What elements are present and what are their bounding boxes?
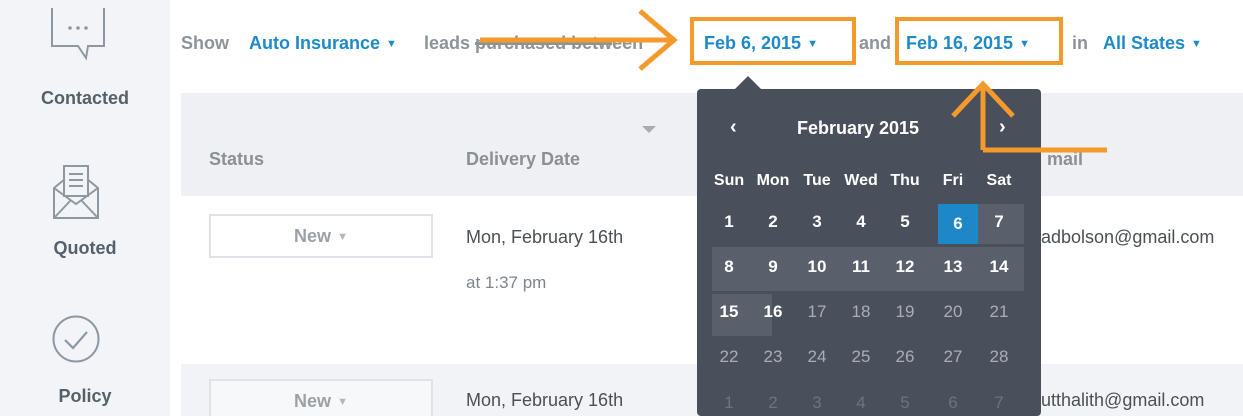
envelope-document-icon [51,162,101,222]
checkmark-circle-icon [51,314,101,364]
delivery-time: at 1:37 pm [466,273,547,292]
chevron-down-icon: ▼ [386,38,397,50]
calendar-day[interactable]: 20 [936,295,970,329]
calendar-month-label: February 2015 [797,118,920,138]
chevron-down-icon: ▼ [1191,38,1202,50]
calendar-day[interactable]: 1 [712,386,746,416]
calendar-day[interactable]: 17 [800,295,834,329]
calendar-day[interactable]: 23 [756,340,790,374]
calendar-day[interactable]: 28 [982,340,1016,374]
calendar-day[interactable]: 15 [712,295,746,329]
filter-in-label: in [1072,33,1088,53]
chat-bubble-icon [50,6,106,62]
product-dropdown-label: Auto Insurance [249,33,381,53]
calendar-pointer [734,76,762,90]
sidebar-item-policy[interactable]: Policy [0,386,170,407]
status-dropdown[interactable]: New ▼ [209,214,433,258]
sidebar-item-contacted[interactable]: Contacted [0,88,170,109]
calendar-weekday-tue: Tue [803,172,831,189]
calendar-day[interactable]: 21 [982,295,1016,329]
status-dropdown-label: New [294,391,332,411]
delivery-date: Mon, February 16th [466,390,624,410]
annotation-box-end-date [895,17,1063,65]
filter-and-label: and [859,33,892,53]
calendar-day[interactable]: 22 [712,340,746,374]
email-address: utthalith@gmail.com [1041,390,1205,410]
chevron-down-icon: ▼ [337,396,348,408]
calendar-day[interactable]: 12 [888,250,922,284]
calendar-weekday-fri: Fri [942,172,964,189]
status-dropdown[interactable]: New ▼ [209,379,433,416]
calendar-day[interactable]: 25 [844,340,878,374]
calendar-weekday-sat: Sat [986,172,1012,189]
calendar-day[interactable]: 24 [800,340,834,374]
calendar-day[interactable]: 6 [936,386,970,416]
calendar-day[interactable]: 14 [982,250,1016,284]
annotation-box-start-date [690,17,856,65]
calendar-prev-button[interactable]: ‹ [730,116,737,139]
calendar-day[interactable]: 7 [982,205,1016,239]
calendar-weekday-mon: Mon [756,172,790,189]
calendar-day[interactable]: 7 [982,386,1016,416]
calendar-day[interactable]: 16 [756,295,790,329]
calendar-day[interactable]: 5 [888,386,922,416]
calendar-day-selected[interactable]: 6 [938,204,978,244]
calendar-day[interactable]: 19 [888,295,922,329]
calendar-day[interactable]: 4 [844,205,878,239]
calendar-day[interactable]: 2 [756,386,790,416]
filter-show-label: Show [181,33,229,53]
calendar-day[interactable]: 11 [844,250,878,284]
column-header-status[interactable]: Status [209,149,264,170]
calendar-day[interactable]: 3 [800,205,834,239]
calendar-day[interactable]: 2 [756,205,790,239]
annotation-arrow-icon [951,80,1107,153]
calendar-day[interactable]: 26 [888,340,922,374]
product-dropdown[interactable]: Auto Insurance ▼ [249,32,397,55]
calendar-day[interactable]: 18 [844,295,878,329]
calendar-day[interactable]: 3 [800,386,834,416]
annotation-arrow-icon [480,9,678,71]
calendar-day[interactable]: 13 [936,250,970,284]
calendar-day[interactable]: 10 [800,250,834,284]
calendar-day[interactable]: 5 [888,205,922,239]
column-header-delivery-date[interactable]: Delivery Date [466,149,580,170]
calendar-weekday-wed: Wed [844,172,878,189]
delivery-date: Mon, February 16th [466,227,624,247]
status-dropdown-label: New [294,226,332,246]
chevron-down-icon: ▼ [337,231,348,243]
sidebar: Contacted Quoted Policy [0,0,170,416]
sidebar-item-quoted[interactable]: Quoted [0,238,170,259]
calendar-weekday-thu: Thu [890,172,920,189]
calendar-weekday-sun: Sun [713,172,745,189]
email-address: adbolson@gmail.com [1041,227,1215,247]
states-dropdown[interactable]: All States ▼ [1103,32,1202,55]
states-label: All States [1103,33,1186,53]
calendar-day[interactable]: 1 [712,205,746,239]
sort-down-icon[interactable] [642,126,656,133]
calendar-day[interactable]: 4 [844,386,878,416]
calendar-day[interactable]: 8 [712,250,746,284]
calendar-day[interactable]: 27 [936,340,970,374]
leads-text: leads [424,33,471,53]
calendar-day[interactable]: 9 [756,250,790,284]
